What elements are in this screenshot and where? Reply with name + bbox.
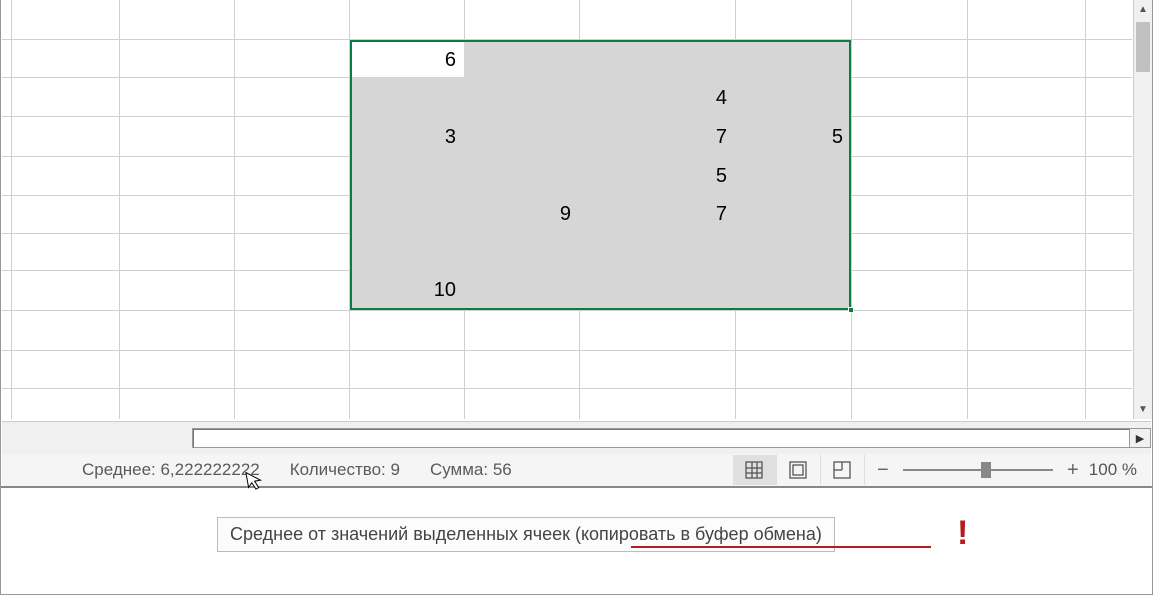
cell-value[interactable]: 7	[579, 127, 735, 147]
sheet-tab-area[interactable]	[2, 422, 192, 454]
cell-value[interactable]: 5	[735, 127, 851, 147]
view-page-break-button[interactable]	[821, 455, 865, 485]
scroll-right-button[interactable]: ▶	[1129, 428, 1151, 448]
view-page-layout-button[interactable]	[777, 455, 821, 485]
page-break-icon	[831, 459, 853, 481]
scroll-down-button[interactable]: ▼	[1134, 400, 1152, 419]
vertical-scrollbar[interactable]: ▲ ▼	[1133, 0, 1152, 419]
cell-value[interactable]: 5	[579, 166, 735, 186]
vscroll-thumb[interactable]	[1136, 22, 1150, 72]
page-layout-icon	[787, 459, 809, 481]
spreadsheet-grid[interactable]: 6 4 3 7 5 5 9 7 10	[2, 0, 1132, 419]
annotation-exclamation: !	[957, 514, 968, 553]
cell-value[interactable]: 9	[464, 204, 579, 224]
cell-value[interactable]: 4	[579, 88, 735, 108]
cell-value[interactable]: 3	[351, 127, 464, 147]
horizontal-scrollbar[interactable]	[192, 428, 1130, 448]
status-count[interactable]: Количество: 9	[290, 460, 400, 480]
selection-handle[interactable]	[848, 307, 854, 313]
zoom-slider[interactable]	[903, 469, 1053, 471]
zoom-level[interactable]: 100 %	[1089, 460, 1137, 480]
cell-value[interactable]: 6	[351, 50, 464, 70]
status-bar: Среднее: 6,222222222 Количество: 9 Сумма…	[2, 454, 1151, 486]
view-normal-button[interactable]	[733, 455, 777, 485]
status-sum[interactable]: Сумма: 56	[430, 460, 512, 480]
grid-icon	[743, 459, 765, 481]
zoom-in-button[interactable]: +	[1063, 459, 1083, 482]
zoom-out-button[interactable]: −	[873, 459, 893, 482]
scroll-up-button[interactable]: ▲	[1134, 0, 1152, 19]
status-bar-border	[1, 486, 1152, 488]
cell-value[interactable]: 7	[579, 204, 735, 224]
cell-value[interactable]: 10	[351, 280, 464, 300]
horizontal-scroll-row: ▶	[2, 421, 1151, 454]
zoom-slider-thumb[interactable]	[981, 462, 991, 478]
zoom-control: − + 100 %	[865, 459, 1151, 482]
annotation-underline	[631, 546, 931, 548]
tooltip-text: Среднее от значений выделенных ячеек (ко…	[230, 524, 822, 544]
status-average[interactable]: Среднее: 6,222222222	[82, 460, 260, 480]
